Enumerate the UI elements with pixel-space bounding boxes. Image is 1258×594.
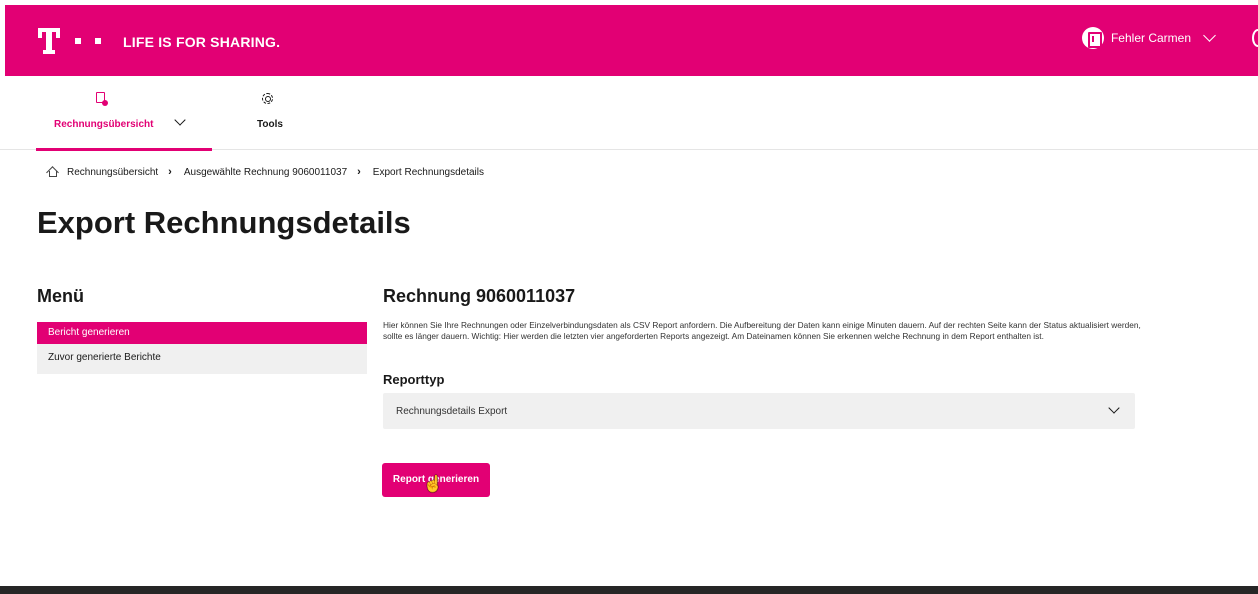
report-type-select[interactable]: Rechnungsdetails Export xyxy=(383,393,1135,429)
tab-label: Rechnungsübersicht xyxy=(54,119,154,130)
main-nav: Rechnungsübersicht Tools xyxy=(0,76,1258,151)
tab-label: Tools xyxy=(257,119,283,130)
breadcrumb-link[interactable]: Rechnungsübersicht xyxy=(67,167,158,178)
description: Hier können Sie Ihre Rechnungen oder Ein… xyxy=(383,320,1141,341)
gear-icon xyxy=(262,93,273,104)
slogan: LIFE IS FOR SHARING. xyxy=(123,34,281,50)
menu-item-bericht-generieren[interactable]: Bericht generieren xyxy=(37,322,367,344)
user-name: Fehler Carmen xyxy=(1110,31,1191,45)
footer xyxy=(0,586,1258,594)
side-menu: Bericht generieren Zuvor generierte Beri… xyxy=(37,322,367,374)
tab-rechnungsuebersicht[interactable]: Rechnungsübersicht xyxy=(36,76,212,151)
breadcrumb-link[interactable]: Ausgewählte Rechnung 9060011037 xyxy=(184,167,347,178)
menu-item-zuvor-generierte-berichte[interactable]: Zuvor generierte Berichte xyxy=(37,344,367,374)
logo-dot xyxy=(95,38,101,44)
breadcrumb-current: Export Rechnungsdetails xyxy=(372,166,484,178)
active-tab-indicator xyxy=(36,148,212,151)
chevron-right-icon: › xyxy=(357,166,361,178)
tab-tools[interactable]: Tools xyxy=(240,76,300,150)
report-type-label: Reporttyp xyxy=(383,372,445,387)
select-value: Rechnungsdetails Export xyxy=(396,406,508,417)
chevron-right-icon: › xyxy=(168,166,172,178)
menu-title: Menü xyxy=(37,286,84,306)
user-menu[interactable]: Fehler Carmen xyxy=(1081,27,1216,49)
partial-icon xyxy=(1252,29,1258,47)
hand-cursor-icon: ☝ xyxy=(423,476,443,493)
section-title: Rechnung 9060011037 xyxy=(383,286,576,306)
chevron-down-icon xyxy=(1108,402,1120,414)
home-icon[interactable] xyxy=(46,166,59,179)
page-title: Export Rechnungsdetails xyxy=(37,205,411,240)
telekom-logo[interactable] xyxy=(38,28,60,54)
chevron-down-icon xyxy=(1203,28,1216,42)
invoice-icon xyxy=(96,92,108,106)
logo-dot xyxy=(75,38,81,44)
breadcrumb: Rechnungsübersicht › Ausgewählte Rechnun… xyxy=(46,166,484,179)
top-header: LIFE IS FOR SHARING. Fehler Carmen xyxy=(5,5,1258,76)
building-icon xyxy=(1081,27,1104,49)
